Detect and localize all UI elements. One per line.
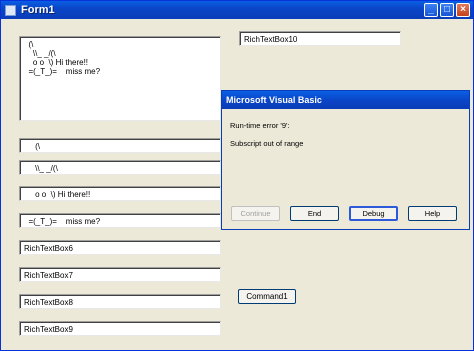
richtextbox-9[interactable]: RichTextBox9 — [19, 321, 221, 336]
minimize-button[interactable]: _ — [424, 3, 438, 17]
error-message-text: Subscript out of range — [230, 139, 304, 148]
command1-button[interactable]: Command1 — [238, 289, 296, 304]
form1-window: Form1 _ □ × (\ \\_ _/(\ o o \) Hi there!… — [0, 0, 474, 351]
maximize-button[interactable]: □ — [440, 3, 454, 17]
richtextbox-4[interactable]: o o \) Hi there!! — [19, 186, 221, 201]
error-code-text: Run-time error '9': — [230, 121, 290, 130]
window-title: Form1 — [21, 4, 55, 16]
richtextbox-1[interactable]: (\ \\_ _/(\ o o \) Hi there!! =(_T_)= mi… — [19, 36, 221, 121]
richtextbox-6[interactable]: RichTextBox6 — [19, 240, 221, 255]
help-button[interactable]: Help — [408, 206, 457, 221]
continue-button[interactable]: Continue — [231, 206, 280, 221]
dialog-title[interactable]: Microsoft Visual Basic — [222, 91, 469, 109]
richtextbox-8[interactable]: RichTextBox8 — [19, 294, 221, 309]
richtextbox-5[interactable]: =(_T_)= miss me? — [19, 213, 221, 228]
end-button[interactable]: End — [290, 206, 339, 221]
title-bar[interactable]: Form1 _ □ × — [1, 1, 473, 19]
close-button[interactable]: × — [456, 3, 470, 17]
richtextbox-7[interactable]: RichTextBox7 — [19, 267, 221, 282]
richtextbox-10[interactable]: RichTextBox10 — [239, 31, 401, 46]
error-dialog: Microsoft Visual Basic Run-time error '9… — [221, 90, 470, 230]
richtextbox-3[interactable]: \\_ _/(\ — [19, 160, 221, 175]
richtextbox-2[interactable]: (\ — [19, 138, 221, 153]
debug-button[interactable]: Debug — [349, 206, 398, 221]
form-icon — [5, 4, 16, 16]
